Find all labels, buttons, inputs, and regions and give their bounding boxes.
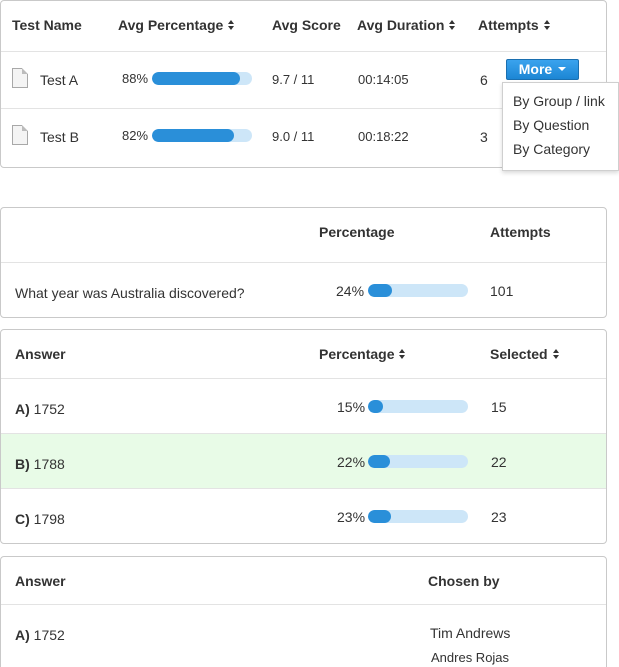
answer-text: B) 1788 xyxy=(15,456,65,472)
menu-item-by-question[interactable]: By Question xyxy=(513,117,589,133)
question-table: Percentage Attempts What year was Austra… xyxy=(0,207,607,318)
more-dropdown-menu: By Group / link By Question By Category xyxy=(502,82,619,171)
sort-icon xyxy=(227,20,235,31)
avg-percentage-bar xyxy=(152,72,252,85)
avg-duration: 00:14:05 xyxy=(358,72,409,87)
attempts-count: 3 xyxy=(480,129,488,145)
test-name[interactable]: Test B xyxy=(40,129,79,145)
header-avg-duration[interactable]: Avg Duration xyxy=(357,17,456,33)
percentage-label: 23% xyxy=(337,509,366,525)
header-attempts: Attempts xyxy=(490,224,551,240)
document-icon xyxy=(12,68,28,88)
answer-text: C) 1798 xyxy=(15,511,65,527)
caret-down-icon xyxy=(558,67,567,72)
question-text[interactable]: What year was Australia discovered? xyxy=(15,285,245,301)
attempts-count: 101 xyxy=(490,283,514,299)
header-avg-percentage[interactable]: Avg Percentage xyxy=(118,17,235,33)
menu-item-by-category[interactable]: By Category xyxy=(513,141,590,157)
document-icon xyxy=(12,125,28,145)
percentage-label: 24% xyxy=(336,283,365,299)
test-name[interactable]: Test A xyxy=(40,72,78,88)
avg-percentage-label: 88% xyxy=(122,71,149,86)
sort-icon xyxy=(398,349,406,360)
avg-percentage-bar xyxy=(152,129,252,142)
selected-count: 23 xyxy=(491,509,507,525)
selected-count: 22 xyxy=(491,454,507,470)
chosen-by-user[interactable]: Andres Rojas xyxy=(431,650,509,665)
answer-text: A) 1752 xyxy=(15,627,65,643)
percentage-label: 22% xyxy=(337,454,366,470)
percentage-bar xyxy=(368,455,468,468)
attempts-count: 6 xyxy=(480,72,488,88)
header-answer: Answer xyxy=(15,346,66,362)
avg-percentage-label: 82% xyxy=(122,128,149,143)
percentage-bar xyxy=(368,510,468,523)
header-answer: Answer xyxy=(15,573,66,589)
header-avg-score[interactable]: Avg Score xyxy=(272,17,341,33)
header-selected[interactable]: Selected xyxy=(490,346,560,362)
avg-score: 9.0 / 11 xyxy=(272,129,315,144)
avg-score: 9.7 / 11 xyxy=(272,72,315,87)
header-test-name[interactable]: Test Name xyxy=(12,17,82,33)
answer-text: A) 1752 xyxy=(15,401,65,417)
sort-icon xyxy=(543,20,551,31)
percentage-label: 15% xyxy=(337,399,366,415)
sort-icon xyxy=(448,20,456,31)
more-button[interactable]: More xyxy=(506,59,579,80)
highlighted-row xyxy=(1,434,606,488)
percentage-bar xyxy=(368,284,468,297)
header-percentage[interactable]: Percentage xyxy=(319,346,406,362)
header-chosen-by: Chosen by xyxy=(428,573,500,589)
chosen-by-table: Answer Chosen by A) 1752 Tim Andrews And… xyxy=(0,556,607,667)
percentage-bar xyxy=(368,400,468,413)
selected-count: 15 xyxy=(491,399,507,415)
chosen-by-user[interactable]: Tim Andrews xyxy=(430,625,510,641)
header-attempts[interactable]: Attempts xyxy=(478,17,551,33)
menu-item-by-group[interactable]: By Group / link xyxy=(513,93,605,109)
sort-icon xyxy=(552,349,560,360)
header-percentage: Percentage xyxy=(319,224,395,240)
answers-table: Answer Percentage Selected A) 1752 15% 1… xyxy=(0,329,607,544)
avg-duration: 00:18:22 xyxy=(358,129,409,144)
